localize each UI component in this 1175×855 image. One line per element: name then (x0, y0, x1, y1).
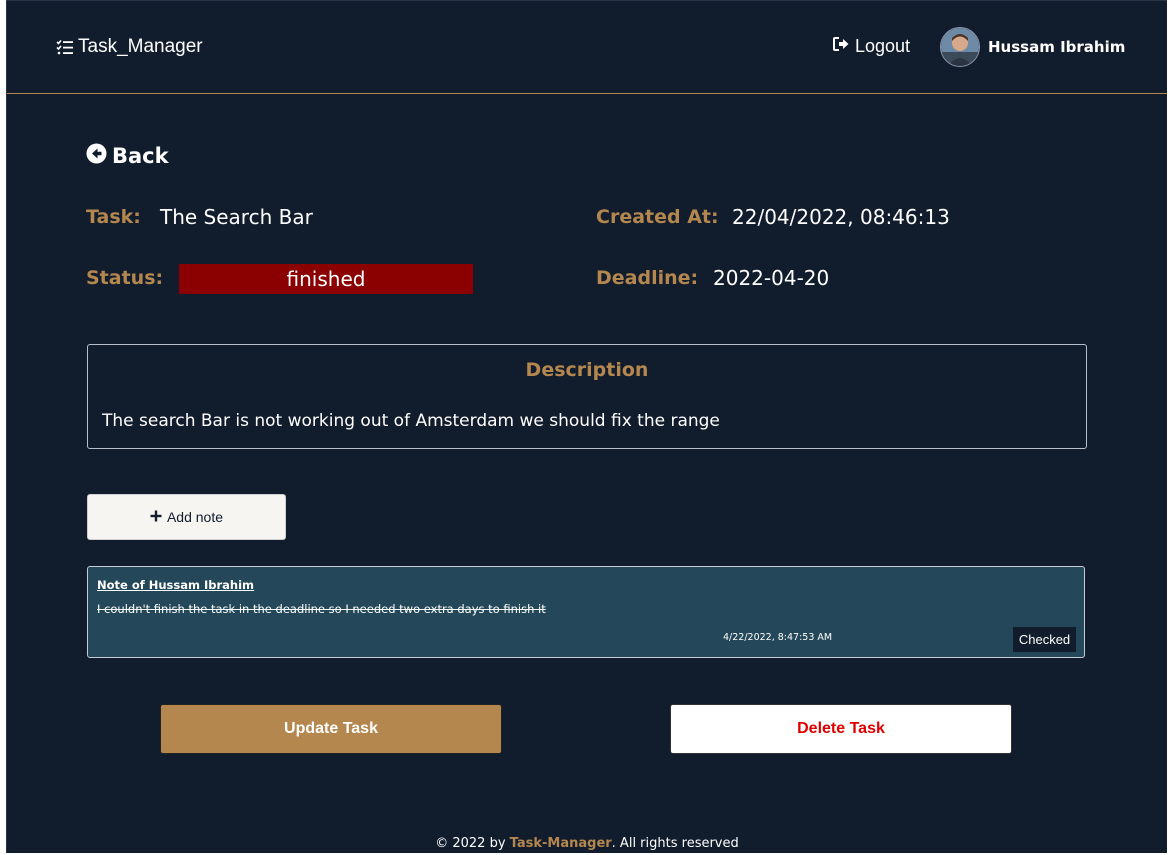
back-label: Back (112, 144, 169, 168)
brand-link[interactable]: Task_Manager (56, 36, 203, 58)
add-note-button[interactable]: Add note (87, 494, 286, 540)
plus-icon (150, 509, 162, 525)
task-name: The Search Bar (160, 205, 313, 229)
deadline-label: Deadline: (596, 267, 699, 289)
logout-button[interactable]: Logout (832, 36, 910, 57)
delete-task-button[interactable]: Delete Task (670, 704, 1012, 754)
created-at-label: Created At: (596, 206, 719, 228)
logout-label: Logout (855, 36, 911, 56)
user-name: Hussam Ibrahim (988, 38, 1126, 56)
description-title: Description (525, 359, 649, 381)
back-button[interactable]: Back (86, 143, 169, 169)
arrow-circle-left-icon (86, 143, 107, 169)
description-text: The search Bar is not working out of Ams… (102, 411, 720, 431)
footer: © 2022 by Task-Manager. All rights reser… (7, 836, 1167, 851)
avatar[interactable] (940, 27, 980, 67)
update-task-button[interactable]: Update Task (160, 704, 502, 754)
note-card: Note of Hussam Ibrahim I couldn't finish… (87, 566, 1085, 658)
sign-out-icon (832, 36, 850, 57)
note-timestamp: 4/22/2022, 8:47:53 AM (723, 632, 833, 643)
footer-prefix: © 2022 by (435, 836, 510, 851)
note-title: Note of Hussam Ibrahim (97, 578, 255, 592)
footer-suffix: . All rights reserved (611, 836, 739, 851)
description-box: Description The search Bar is not workin… (87, 344, 1087, 449)
status-label: Status: (86, 267, 164, 289)
checklist-icon (56, 39, 74, 55)
app-frame: Task_Manager Logout Hussam Ibrahim Back … (6, 0, 1167, 853)
status-badge: finished (179, 264, 473, 294)
brand-name: Task_Manager (78, 36, 203, 57)
note-text: I couldn't finish the task in the deadli… (97, 602, 546, 616)
task-label: Task: (86, 206, 141, 228)
deadline-value: 2022-04-20 (713, 266, 830, 290)
navbar: Task_Manager Logout Hussam Ibrahim (7, 1, 1167, 94)
footer-brand-link[interactable]: Task-Manager (510, 836, 612, 851)
add-note-label: Add note (166, 509, 224, 525)
note-checked-badge[interactable]: Checked (1013, 627, 1076, 652)
created-at-value: 22/04/2022, 08:46:13 (732, 205, 950, 229)
